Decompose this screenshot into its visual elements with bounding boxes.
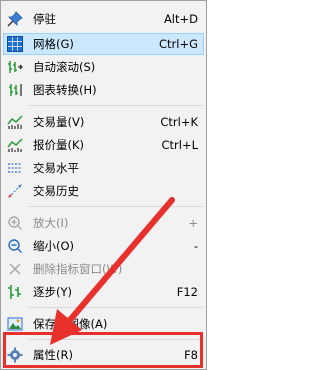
menu-item-auto-scroll[interactable]: 自动滚动(S) [3, 56, 204, 78]
chart-shift-icon [9, 84, 22, 96]
annotation-highlight-box [3, 332, 203, 368]
menu-item-shortcut: + [188, 216, 198, 230]
zoom-out-icon [8, 239, 22, 253]
menu-item-label: 报价量(K) [33, 138, 85, 152]
menu-separator [29, 206, 203, 207]
menu-item-zoom-out[interactable]: 缩小(O) - [3, 235, 204, 257]
zoom-in-icon [8, 216, 22, 230]
tick-volume-icon [7, 138, 23, 152]
menu-item-label: 删除指标窗口(W) [33, 262, 123, 276]
trade-history-icon [8, 184, 22, 198]
menu-item-label: 图表转换(H) [33, 83, 97, 97]
menu-item-delete-indicator-window[interactable]: 删除指标窗口(W) [3, 258, 204, 280]
menu-item-shortcut: - [193, 239, 198, 253]
menu-item-shortcut: Alt+D [163, 12, 198, 26]
auto-scroll-icon [8, 61, 23, 73]
menu-item-label: 缩小(O) [33, 239, 75, 253]
menu-item-zoom-in[interactable]: 放大(I) + [3, 212, 204, 234]
volume-icon [7, 115, 23, 129]
menu-item-label: 网格(G) [33, 37, 74, 51]
menu-item-label: 停驻 [33, 12, 56, 26]
menu-item-step[interactable]: 逐步(Y) F12 [3, 281, 204, 303]
context-menu: 停驻 Alt+D 网格(G) Ctrl+G 自动滚动(S) 图表转换(H) 交易… [0, 0, 207, 370]
grid-icon [7, 36, 23, 52]
menu-item-label: 放大(I) [33, 216, 69, 230]
menu-item-label: 交易历史 [33, 184, 79, 198]
menu-item-label: 逐步(Y) [33, 285, 72, 299]
menu-item-label: 交易量(V) [33, 115, 85, 129]
menu-item-shortcut: Ctrl+K [160, 115, 198, 129]
menu-item-volumes[interactable]: 交易量(V) Ctrl+K [3, 111, 204, 133]
menu-item-chart-shift[interactable]: 图表转换(H) [3, 79, 204, 101]
menu-item-shortcut: F12 [176, 285, 198, 299]
menu-item-shortcut: Ctrl+L [161, 138, 198, 152]
menu-item-shortcut: Ctrl+G [158, 37, 198, 51]
menu-item-dock[interactable]: 停驻 Alt+D [3, 8, 204, 30]
step-icon [8, 285, 21, 299]
menu-item-grid[interactable]: 网格(G) Ctrl+G [3, 33, 204, 55]
menu-item-tick-volumes[interactable]: 报价量(K) Ctrl+L [3, 134, 204, 156]
close-x-icon [9, 263, 21, 275]
trade-levels-icon [8, 163, 22, 173]
save-image-icon [7, 317, 23, 331]
menu-item-trade-levels[interactable]: 交易水平 [3, 157, 204, 179]
pin-icon [7, 11, 23, 27]
menu-item-trade-history[interactable]: 交易历史 [3, 180, 204, 202]
menu-separator [29, 307, 203, 308]
menu-item-label: 自动滚动(S) [33, 60, 96, 74]
menu-item-label: 交易水平 [33, 161, 79, 175]
menu-separator [29, 105, 203, 106]
